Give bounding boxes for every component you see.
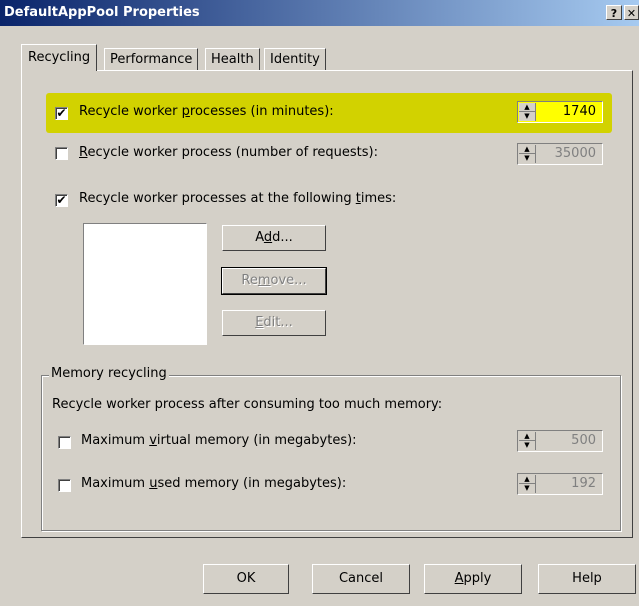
spinner-arrows[interactable]: ▲ ▼ [519,475,536,493]
help-dialog-button[interactable]: Help [538,564,636,594]
tab-performance[interactable]: Performance [104,48,199,70]
max-virtual-memory-label: Maximum virtual memory (in megabytes): [81,433,357,448]
max-used-memory-spinner[interactable]: ▲ ▼ 192 [517,473,603,495]
tab-identity[interactable]: Identity [264,48,326,70]
title-bar[interactable]: DefaultAppPool Properties ? ✕ [0,0,639,26]
spin-up-icon[interactable]: ▲ [519,145,535,154]
max-virtual-memory-value: 500 [571,433,596,448]
recycle-requests-label: Recycle worker process (number of reques… [79,145,378,160]
checkmark-icon: ✔ [56,193,67,207]
max-virtual-memory-checkbox[interactable] [58,436,71,449]
add-time-button[interactable]: Add... [222,225,326,251]
spin-down-icon[interactable]: ▼ [519,112,535,121]
spin-up-icon[interactable]: ▲ [519,475,535,484]
help-button[interactable]: ? [606,5,622,20]
properties-dialog: DefaultAppPool Properties ? ✕ Recycling … [0,0,639,606]
ok-button[interactable]: OK [203,564,289,594]
close-button[interactable]: ✕ [624,5,639,20]
recycle-requests-spinner[interactable]: ▲ ▼ 35000 [517,143,603,165]
spin-down-icon[interactable]: ▼ [519,154,535,163]
max-virtual-memory-spinner[interactable]: ▲ ▼ 500 [517,430,603,452]
recycle-minutes-spinner[interactable]: ▲ ▼ 1740 [517,101,603,123]
spin-up-icon[interactable]: ▲ [519,432,535,441]
remove-time-button[interactable]: Remove... [221,267,327,295]
edit-time-button[interactable]: Edit... [222,310,326,336]
recycle-times-list[interactable] [83,223,207,345]
recycle-minutes-checkbox[interactable]: ✔ [55,107,68,120]
max-used-memory-label: Maximum used memory (in megabytes): [81,476,347,491]
max-used-memory-checkbox[interactable] [58,479,71,492]
recycle-minutes-label: Recycle worker processes (in minutes): [79,104,334,119]
recycle-minutes-value: 1740 [562,104,596,119]
tab-recycling[interactable]: Recycling [21,44,98,71]
window-title: DefaultAppPool Properties [4,5,200,20]
recycle-times-label: Recycle worker processes at the followin… [79,191,397,206]
cancel-button[interactable]: Cancel [312,564,410,594]
apply-button[interactable]: Apply [424,564,522,594]
tab-health[interactable]: Health [205,48,260,70]
recycle-requests-value: 35000 [554,146,596,161]
spinner-arrows[interactable]: ▲ ▼ [519,432,536,450]
spin-down-icon[interactable]: ▼ [519,484,535,493]
spin-up-icon[interactable]: ▲ [519,103,535,112]
recycle-requests-checkbox[interactable] [55,147,68,160]
memory-group-title: Memory recycling [49,366,169,381]
recycle-times-checkbox[interactable]: ✔ [55,194,68,207]
memory-description: Recycle worker process after consuming t… [52,397,443,412]
spin-down-icon[interactable]: ▼ [519,441,535,450]
spinner-arrows[interactable]: ▲ ▼ [519,103,536,121]
spinner-arrows[interactable]: ▲ ▼ [519,145,536,163]
checkmark-icon: ✔ [56,106,67,120]
max-used-memory-value: 192 [571,476,596,491]
